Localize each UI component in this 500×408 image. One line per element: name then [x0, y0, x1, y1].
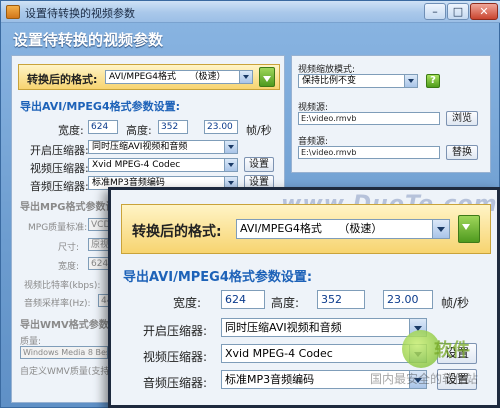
scale-mode-value: 保持比例不变 [302, 76, 357, 86]
width-label: 宽度: [58, 124, 84, 137]
mpg-size-label: 尺寸: [58, 243, 80, 253]
open-compressor-select[interactable]: 同时压缩AVI视频和音频 [88, 140, 238, 154]
mpg-section-title: 导出MPG格式参数设 [20, 202, 116, 213]
zoom-format-bar: 转换后的格式: AVI/MPEG4格式 （极速） [121, 204, 491, 254]
chevron-down-icon[interactable] [239, 71, 252, 83]
zoom-width-label: 宽度: [173, 296, 202, 310]
zoom-open-compressor-value: 同时压缩AVI视频和音频 [225, 321, 342, 334]
mpg-quality-label: MPG质量标准: [28, 223, 88, 233]
zoom-width-input[interactable]: 624 [221, 290, 265, 309]
zoom-avi-section-title: 导出AVI/MPEG4格式参数设置: [123, 270, 313, 285]
zoom-audio-compressor-value: 标准MP3音频编码 [225, 373, 315, 386]
browse-button[interactable]: 浏览 [446, 111, 478, 126]
zoom-video-compressor-label: 视频压缩器: [143, 350, 208, 364]
video-source-input[interactable]: E:\video.rmvb [298, 112, 440, 125]
site-badge: 软件 国内最安全的软件站 [370, 330, 492, 406]
fps-unit: 帧/秒 [246, 124, 272, 137]
minimize-button[interactable]: – [424, 3, 446, 20]
open-compressor-value: 同时压缩AVI视频和音频 [92, 142, 188, 152]
zoom-video-compressor-value: Xvid MPEG-4 Codec [225, 347, 333, 360]
scale-mode-select[interactable]: 保持比例不变 [298, 74, 418, 88]
replace-button[interactable]: 替换 [446, 145, 478, 160]
chevron-down-icon[interactable] [224, 159, 237, 171]
mpg-samplerate-label: 音频采样率(Hz): [24, 299, 91, 309]
audio-source-input[interactable]: E:\video.rmvb [298, 146, 440, 159]
mpg-width-label: 宽度: [58, 262, 80, 272]
title-bar: 设置待转换的视频参数 – □ ✕ [1, 1, 500, 23]
maximize-button[interactable]: □ [447, 3, 469, 20]
chevron-down-icon[interactable] [224, 141, 237, 153]
zoom-download-icon[interactable] [458, 215, 480, 243]
zoom-audio-compressor-label: 音频压缩器: [143, 376, 208, 390]
zoom-height-label: 高度: [271, 296, 300, 310]
video-settings-button[interactable]: 设置 [244, 157, 274, 172]
badge-caption: 国内最安全的软件站 [370, 372, 479, 386]
width-input[interactable]: 624 [88, 120, 118, 134]
height-input[interactable]: 352 [158, 120, 188, 134]
mpg-bitrate-label: 视频比特率(kbps): [24, 281, 101, 291]
zoom-format-select[interactable]: AVI/MPEG4格式 （极速） [236, 219, 450, 239]
audio-compressor-label: 音频压缩器: [30, 180, 89, 193]
zoom-video-compressor-select[interactable]: Xvid MPEG-4 Codec [221, 344, 427, 363]
zoom-open-compressor-label: 开启压缩器: [143, 324, 208, 338]
zoom-format-label: 转换后的格式: [132, 224, 222, 240]
open-compressor-label: 开启压缩器: [30, 144, 89, 157]
close-button[interactable]: ✕ [470, 3, 498, 20]
wmv-quality-select[interactable]: Windows Media 8 Best [20, 346, 108, 359]
avi-section-title: 导出AVI/MPEG4格式参数设置: [20, 100, 180, 113]
zoom-open-compressor-select[interactable]: 同时压缩AVI视频和音频 [221, 318, 427, 337]
format-select-value: AVI/MPEG4格式 （极速） [109, 72, 226, 82]
window-title: 设置待转换的视频参数 [25, 7, 135, 20]
format-bar: 转换后的格式: AVI/MPEG4格式 （极速） [18, 64, 280, 90]
help-icon[interactable]: ? [426, 74, 440, 88]
zoom-height-input[interactable]: 352 [317, 290, 365, 309]
chevron-down-icon[interactable] [432, 220, 449, 238]
format-label: 转换后的格式: [27, 73, 98, 86]
right-panel: 视频缩放模式: 保持比例不变 ? 视频源: E:\video.rmvb 浏览 音… [291, 55, 491, 173]
fps-input[interactable]: 23.00 [204, 120, 238, 134]
zoom-fps-input[interactable]: 23.00 [383, 290, 433, 309]
badge-word: 软件 [434, 340, 470, 361]
wmv-section-title: 导出WMV格式参数设 [20, 320, 119, 331]
page-title: 设置待转换的视频参数 [13, 31, 164, 49]
chevron-down-icon[interactable] [404, 75, 417, 87]
format-select[interactable]: AVI/MPEG4格式 （极速） [105, 70, 253, 84]
zoom-format-select-value: AVI/MPEG4格式 （极速） [240, 222, 383, 235]
video-compressor-value: Xvid MPEG-4 Codec [92, 160, 181, 170]
video-compressor-select[interactable]: Xvid MPEG-4 Codec [88, 158, 238, 172]
download-icon[interactable] [259, 67, 275, 87]
height-label: 高度: [126, 124, 152, 137]
video-compressor-label: 视频压缩器: [30, 162, 89, 175]
zoom-fps-unit: 帧/秒 [441, 296, 470, 310]
app-icon [6, 5, 20, 19]
